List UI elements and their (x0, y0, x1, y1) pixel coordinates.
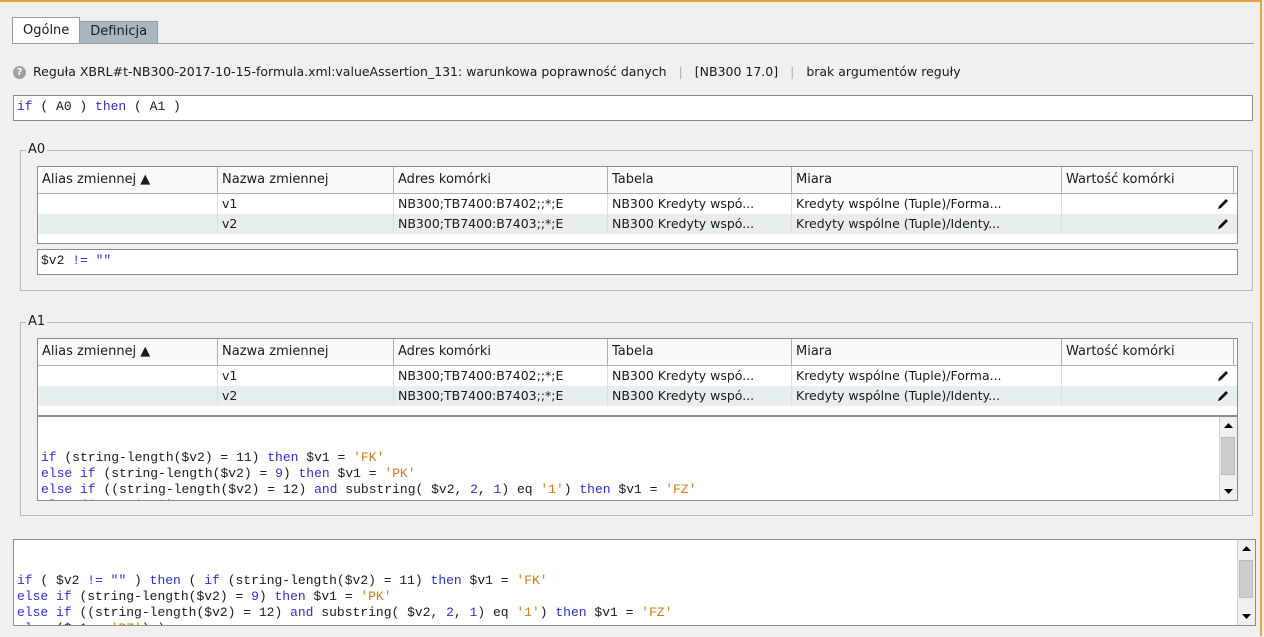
result-expression-field[interactable]: if ( $v2 != "" ) then ( if (string-lengt… (13, 539, 1256, 626)
column-header-alias[interactable]: Alias zmiennej ▲ (38, 339, 218, 365)
cell-alias (38, 386, 218, 406)
column-header-name[interactable]: Nazwa zmiennej (218, 339, 394, 365)
pencil-icon[interactable] (1216, 217, 1230, 231)
cell-table: NB300 Kredyty wspó... (608, 194, 792, 214)
scrollbar-thumb[interactable] (1221, 437, 1235, 475)
cell-measure: Kredyty wspólne (Tuple)/Forma... (792, 194, 1062, 214)
cell-value (1062, 214, 1234, 234)
question-circle-icon[interactable]: ? (13, 65, 26, 79)
rule-version: [NB300 17.0] (694, 64, 779, 79)
code-line: if ( A0 ) then ( A1 ) (17, 99, 181, 114)
tab-definicja[interactable]: Definicja (79, 21, 159, 43)
table-row[interactable]: v1 NB300;TB7400:B7402;;*;E NB300 Kredyty w… (38, 366, 1237, 386)
tab-ogolne[interactable]: Ogólne (12, 17, 81, 43)
table-row[interactable]: v2 NB300;TB7400:B7403;;*;E NB300 Kredyty w… (38, 386, 1237, 406)
arrow-up-icon[interactable] (1238, 540, 1255, 557)
a0-expression-field[interactable]: $v2 != "" (37, 249, 1238, 275)
code-line: else if (string-length($v2) = 9) then $v… (17, 589, 392, 604)
table-row[interactable]: v1 NB300;TB7400:B7402;;*;E NB300 Kredyty w… (38, 194, 1237, 214)
column-header-value[interactable]: Wartość komórki (1062, 167, 1234, 193)
cell-table: NB300 Kredyty wspó... (608, 386, 792, 406)
column-header-value[interactable]: Wartość komórki (1062, 339, 1234, 365)
code-line: else if ((string-length($v2) = 12) and s… (17, 605, 673, 620)
scrollbar-thumb[interactable] (1239, 560, 1253, 598)
top-expression-field[interactable]: if ( A0 ) then ( A1 ) (13, 95, 1253, 121)
tab-bar: Ogólne Definicja (12, 17, 159, 43)
code-line: else ($v1 = 'PZ') (41, 498, 1217, 500)
cell-address: NB300;TB7400:B7402;;*;E (394, 366, 608, 386)
column-header-table[interactable]: Tabela (608, 339, 792, 365)
cell-value (1062, 386, 1234, 406)
cell-measure: Kredyty wspólne (Tuple)/Identy... (792, 214, 1062, 234)
pencil-icon[interactable] (1216, 389, 1230, 403)
a1-expression-field[interactable]: if (string-length($v2) = 11) then $v1 = … (37, 416, 1238, 501)
rule-name: Reguła XBRL#t-NB300-2017-10-15-formula.x… (33, 64, 667, 79)
cell-value (1062, 194, 1234, 214)
cell-name: v1 (218, 194, 394, 214)
tab-divider (12, 43, 1254, 44)
cell-alias (38, 194, 218, 214)
cell-name: v2 (218, 386, 394, 406)
cell-measure: Kredyty wspólne (Tuple)/Identy... (792, 386, 1062, 406)
table-row[interactable]: v2 NB300;TB7400:B7403;;*;E NB300 Kredyty w… (38, 214, 1237, 234)
arrow-down-icon[interactable] (1220, 483, 1237, 500)
cell-alias (38, 366, 218, 386)
group-label: A0 (26, 142, 48, 157)
code-line: if (string-length($v2) = 11) then $v1 = … (41, 450, 385, 465)
variables-table-a1: Alias zmiennej ▲ Nazwa zmiennej Adres komó… (37, 338, 1238, 416)
code-line: else if ((string-length($v2) = 12) and s… (41, 482, 697, 497)
cell-alias (38, 214, 218, 234)
code-line: if ( $v2 != "" ) then ( if (string-lengt… (17, 573, 548, 588)
rule-args: brak argumentów reguły (806, 64, 961, 79)
column-header-address[interactable]: Adres komórki (394, 167, 608, 193)
separator: | (790, 64, 795, 79)
cell-address: NB300;TB7400:B7403;;*;E (394, 386, 608, 406)
column-header-measure[interactable]: Miara (792, 339, 1062, 365)
column-header-name[interactable]: Nazwa zmiennej (218, 167, 394, 193)
cell-measure: Kredyty wspólne (Tuple)/Forma... (792, 366, 1062, 386)
cell-name: v1 (218, 366, 394, 386)
pencil-icon[interactable] (1216, 197, 1230, 211)
code-line: $v2 != "" (41, 253, 112, 268)
arrow-up-icon[interactable] (1220, 417, 1237, 434)
table-body: v1 NB300;TB7400:B7402;;*;E NB300 Kredyty w… (38, 366, 1237, 406)
column-header-table[interactable]: Tabela (608, 167, 792, 193)
table-header: Alias zmiennej ▲ Nazwa zmiennej Adres komó… (38, 167, 1237, 194)
cell-name: v2 (218, 214, 394, 234)
table-body: v1 NB300;TB7400:B7402;;*;E NB300 Kredyty w… (38, 194, 1237, 234)
table-header: Alias zmiennej ▲ Nazwa zmiennej Adres komó… (38, 339, 1237, 366)
pencil-icon[interactable] (1216, 369, 1230, 383)
variables-table-a0: Alias zmiennej ▲ Nazwa zmiennej Adres komó… (37, 166, 1238, 244)
cell-value (1062, 366, 1234, 386)
column-header-measure[interactable]: Miara (792, 167, 1062, 193)
scrollbar[interactable] (1219, 417, 1237, 500)
code-line: else if (string-length($v2) = 9) then $v… (41, 466, 416, 481)
rule-info-bar: ? Reguła XBRL#t-NB300-2017-10-15-formula… (13, 61, 961, 83)
column-header-address[interactable]: Adres komórki (394, 339, 608, 365)
cell-address: NB300;TB7400:B7402;;*;E (394, 194, 608, 214)
code-line: else ($v1 = 'PZ') ) (17, 621, 1235, 625)
arrow-down-icon[interactable] (1238, 608, 1255, 625)
scrollbar[interactable] (1237, 540, 1255, 625)
cell-address: NB300;TB7400:B7403;;*;E (394, 214, 608, 234)
group-label: A1 (26, 314, 48, 329)
column-header-alias[interactable]: Alias zmiennej ▲ (38, 167, 218, 193)
separator: | (678, 64, 683, 79)
cell-table: NB300 Kredyty wspó... (608, 214, 792, 234)
cell-table: NB300 Kredyty wspó... (608, 366, 792, 386)
group-a0: A0 Alias zmiennej ▲ Nazwa zmiennej Adres k… (20, 142, 1253, 291)
group-a1: A1 Alias zmiennej ▲ Nazwa zmiennej Adres k… (20, 314, 1253, 516)
